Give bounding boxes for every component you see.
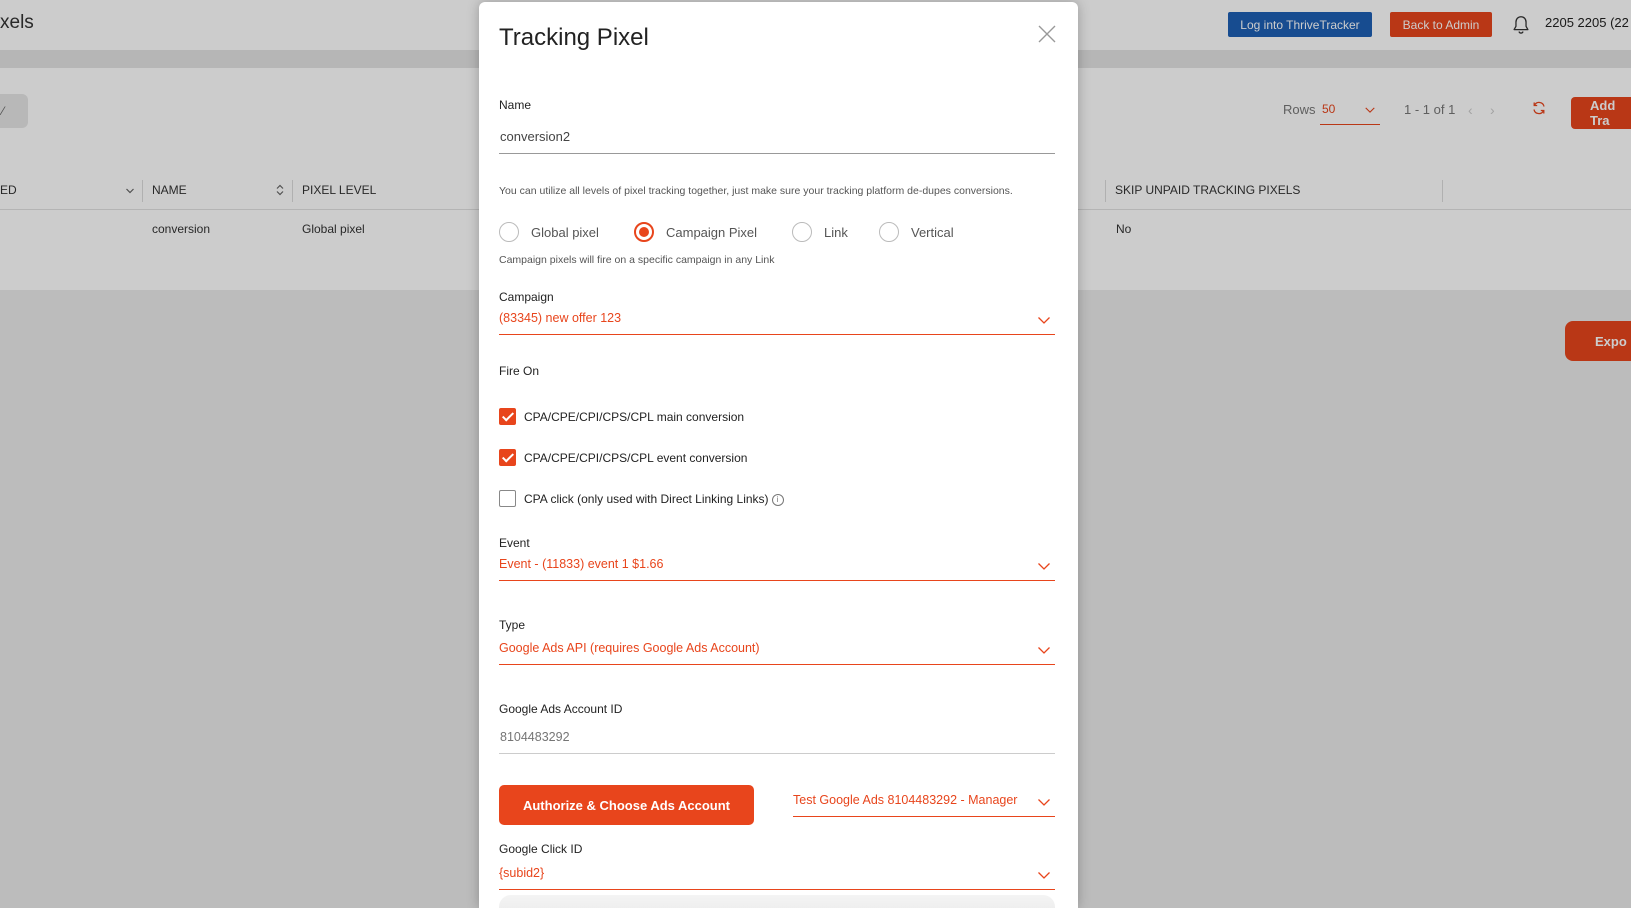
radio-circle [879,222,899,242]
radio-label: Vertical [911,225,954,240]
type-label: Type [499,618,526,632]
radio-circle [499,222,519,242]
campaign-label: Campaign [499,290,554,304]
info-icon[interactable]: i [771,494,784,506]
name-label: Name [499,98,532,112]
type-select[interactable]: Google Ads API (requires Google Ads Acco… [499,638,1055,665]
checkbox-unchecked [499,490,516,507]
ads-account-select[interactable]: Test Google Ads 8104483292 - Manager [793,790,1055,817]
chevron-down-icon [1038,799,1050,806]
chevron-down-icon [1038,872,1050,879]
campaign-select[interactable]: (83345) new offer 123 [499,308,1055,335]
campaign-value: (83345) new offer 123 [499,311,622,325]
scroll-fade [499,895,1055,908]
ads-account-value: Test Google Ads 8104483292 - Manager [793,793,1018,807]
authorize-ads-account-button[interactable]: Authorize & Choose Ads Account [499,785,754,825]
radio-circle-selected [634,222,654,242]
radio-label: Link [824,225,848,240]
event-value: Event - (11833) event 1 $1.66 [499,557,664,571]
fire-on-label: Fire On [499,364,540,378]
checkbox-label: CPA/CPE/CPI/CPS/CPL event conversion [524,451,748,465]
google-ads-account-id-input[interactable] [499,720,1055,754]
google-click-id-select[interactable]: {subid2} [499,863,1055,890]
checkbox-label: CPA/CPE/CPI/CPS/CPL main conversion [524,410,745,424]
google-click-id-label: Google Click ID [499,842,583,856]
chevron-down-icon [1038,647,1050,654]
chevron-down-icon [1038,563,1050,570]
checkbox-label: CPA click (only used with Direct Linking… [524,492,769,506]
google-ads-account-id-label: Google Ads Account ID [499,702,623,716]
pixel-levels-hint: You can utilize all levels of pixel trac… [499,185,1013,197]
close-icon[interactable] [1037,24,1057,44]
google-click-id-value: {subid2} [499,866,545,880]
type-value: Google Ads API (requires Google Ads Acco… [499,641,760,655]
checkbox-label-wrap: CPA click (only used with Direct Linking… [524,492,784,506]
chevron-down-icon [1038,317,1050,324]
radio-label: Campaign Pixel [666,225,758,240]
name-input[interactable] [499,120,1055,154]
event-label: Event [499,536,530,550]
pixel-level-hint: Campaign pixels will fire on a specific … [499,254,775,266]
event-select[interactable]: Event - (11833) event 1 $1.66 [499,554,1055,581]
radio-label: Global pixel [531,225,599,240]
checkbox-checked [499,408,516,425]
radio-circle [792,222,812,242]
modal-title: Tracking Pixel [499,24,649,51]
tracking-pixel-modal: Tracking Pixel Name You can utilize all … [479,2,1078,908]
checkbox-checked [499,449,516,466]
